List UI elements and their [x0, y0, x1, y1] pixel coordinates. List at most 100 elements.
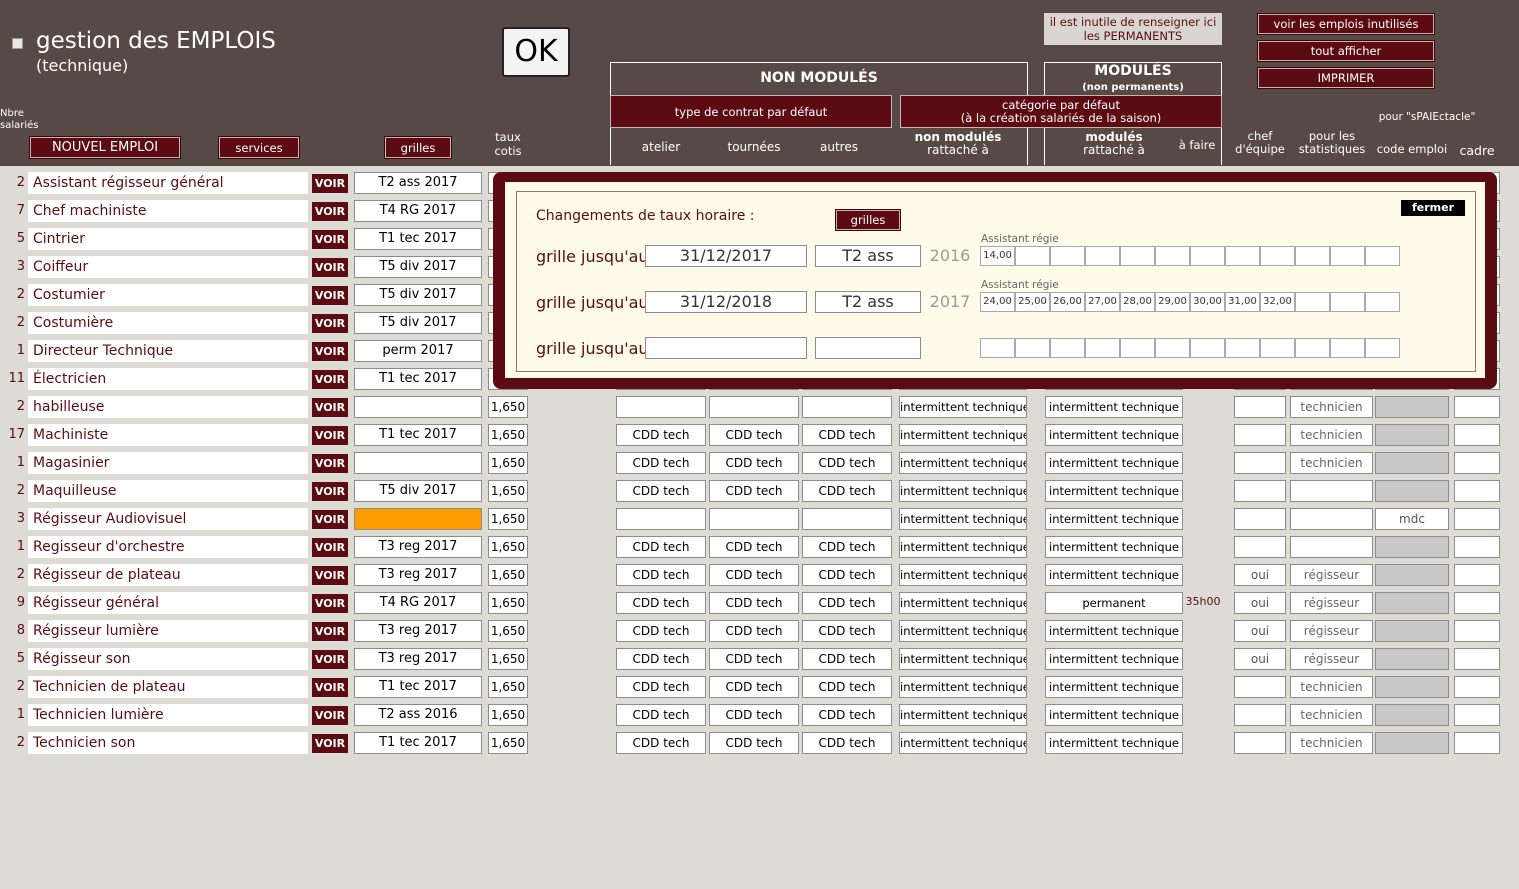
tournees-field[interactable]	[709, 508, 799, 530]
job-name-field[interactable]: Costumier	[28, 284, 308, 306]
grille-field[interactable]: T2 ass 2016	[354, 704, 482, 726]
cadre-field[interactable]	[1454, 396, 1500, 418]
statistiques-field[interactable]: technicien	[1290, 676, 1373, 698]
atelier-field[interactable]: CDD tech	[616, 480, 706, 502]
code-emploi-field[interactable]	[1375, 452, 1449, 474]
voir-button[interactable]: VOIR	[312, 482, 348, 501]
code-emploi-field[interactable]	[1375, 676, 1449, 698]
voir-button[interactable]: VOIR	[312, 706, 348, 725]
statistiques-field[interactable]: technicien	[1290, 732, 1373, 754]
non-modules-rattache-field[interactable]: intermittent technique	[899, 648, 1027, 670]
autres-field[interactable]: CDD tech	[802, 536, 892, 558]
taux-cotis-field[interactable]: 1,650	[488, 620, 528, 642]
tournees-field[interactable]: CDD tech	[709, 592, 799, 614]
atelier-field[interactable]: CDD tech	[616, 620, 706, 642]
rate-cell[interactable]	[1085, 246, 1120, 266]
rate-cell[interactable]	[1260, 246, 1295, 266]
tournees-field[interactable]: CDD tech	[709, 732, 799, 754]
statistiques-field[interactable]	[1290, 536, 1373, 558]
grilles-button[interactable]: grilles	[385, 137, 451, 158]
job-name-field[interactable]: Régisseur général	[28, 592, 308, 614]
tournees-field[interactable]: CDD tech	[709, 648, 799, 670]
autres-field[interactable]: CDD tech	[802, 480, 892, 502]
modules-rattache-field[interactable]: intermittent technique	[1045, 452, 1183, 474]
atelier-field[interactable]: CDD tech	[616, 648, 706, 670]
grille-field[interactable]: T1 tec 2017	[354, 732, 482, 754]
code-emploi-field[interactable]	[1375, 564, 1449, 586]
autres-field[interactable]: CDD tech	[802, 452, 892, 474]
job-name-field[interactable]: Régisseur son	[28, 648, 308, 670]
rate-cell[interactable]	[1365, 292, 1400, 312]
cadre-field[interactable]	[1454, 452, 1500, 474]
autres-field[interactable]: CDD tech	[802, 648, 892, 670]
atelier-field[interactable]: CDD tech	[616, 704, 706, 726]
grille-until-date-field[interactable]: 31/12/2017	[645, 245, 807, 267]
voir-button[interactable]: VOIR	[312, 734, 348, 753]
job-name-field[interactable]: Technicien de plateau	[28, 676, 308, 698]
show-unused-jobs-button[interactable]: voir les emplois inutilisés	[1258, 14, 1434, 34]
taux-cotis-field[interactable]: 1,650	[488, 704, 528, 726]
rate-cell[interactable]	[1295, 338, 1330, 358]
cadre-field[interactable]	[1454, 480, 1500, 502]
services-button[interactable]: services	[219, 137, 299, 158]
statistiques-field[interactable]: technicien	[1290, 452, 1373, 474]
grille-field[interactable]: T3 reg 2017	[354, 648, 482, 670]
code-emploi-field[interactable]	[1375, 480, 1449, 502]
show-all-button[interactable]: tout afficher	[1258, 41, 1434, 61]
autres-field[interactable]: CDD tech	[802, 424, 892, 446]
atelier-field[interactable]: CDD tech	[616, 676, 706, 698]
modules-rattache-field[interactable]: intermittent technique	[1045, 536, 1183, 558]
job-name-field[interactable]: Cintrier	[28, 228, 308, 250]
job-name-field[interactable]: Maquilleuse	[28, 480, 308, 502]
grille-field[interactable]: T3 reg 2017	[354, 536, 482, 558]
rate-cell[interactable]	[1155, 338, 1190, 358]
grille-field[interactable]: T5 div 2017	[354, 256, 482, 278]
rate-cell[interactable]: 26,00	[1050, 292, 1085, 312]
grille-code-field[interactable]: T2 ass	[815, 245, 921, 267]
cadre-field[interactable]	[1454, 704, 1500, 726]
rate-cell[interactable]	[1015, 338, 1050, 358]
statistiques-field[interactable]: régisseur	[1290, 648, 1373, 670]
grille-field[interactable]: T3 reg 2017	[354, 620, 482, 642]
modules-rattache-field[interactable]: intermittent technique	[1045, 480, 1183, 502]
modules-rattache-field[interactable]: intermittent technique	[1045, 620, 1183, 642]
statistiques-field[interactable]	[1290, 480, 1373, 502]
voir-button[interactable]: VOIR	[312, 398, 348, 417]
chef-equipe-field[interactable]	[1234, 508, 1286, 530]
modules-rattache-field[interactable]: intermittent technique	[1045, 508, 1183, 530]
job-name-field[interactable]: Électricien	[28, 368, 308, 390]
grille-until-date-field[interactable]	[645, 337, 807, 359]
rate-cell[interactable]: 27,00	[1085, 292, 1120, 312]
chef-equipe-field[interactable]	[1234, 536, 1286, 558]
job-name-field[interactable]: Costumière	[28, 312, 308, 334]
modules-rattache-field[interactable]: intermittent technique	[1045, 564, 1183, 586]
autres-field[interactable]: CDD tech	[802, 676, 892, 698]
rate-cell[interactable]	[1050, 338, 1085, 358]
taux-cotis-field[interactable]: 1,650	[488, 648, 528, 670]
rate-cell[interactable]	[1015, 246, 1050, 266]
statistiques-field[interactable]: régisseur	[1290, 592, 1373, 614]
rate-cell[interactable]: 30,00	[1190, 292, 1225, 312]
grille-field[interactable]: T4 RG 2017	[354, 200, 482, 222]
non-modules-rattache-field[interactable]: intermittent technique	[899, 676, 1027, 698]
taux-cotis-field[interactable]: 1,650	[488, 536, 528, 558]
grille-field[interactable]: T2 ass 2017	[354, 172, 482, 194]
code-emploi-field[interactable]	[1375, 732, 1449, 754]
non-modules-rattache-field[interactable]: intermittent technique	[899, 480, 1027, 502]
taux-cotis-field[interactable]: 1,650	[488, 396, 528, 418]
non-modules-rattache-field[interactable]: intermittent technique	[899, 452, 1027, 474]
chef-equipe-field[interactable]	[1234, 396, 1286, 418]
cadre-field[interactable]	[1454, 592, 1500, 614]
voir-button[interactable]: VOIR	[312, 566, 348, 585]
cadre-field[interactable]	[1454, 564, 1500, 586]
chef-equipe-field[interactable]	[1234, 452, 1286, 474]
chef-equipe-field[interactable]	[1234, 480, 1286, 502]
job-name-field[interactable]: Régisseur lumière	[28, 620, 308, 642]
code-emploi-field[interactable]	[1375, 396, 1449, 418]
voir-button[interactable]: VOIR	[312, 650, 348, 669]
rate-cell[interactable]	[1225, 338, 1260, 358]
atelier-field[interactable]	[616, 508, 706, 530]
grille-field[interactable]	[354, 508, 482, 530]
taux-cotis-field[interactable]: 1,650	[488, 424, 528, 446]
voir-button[interactable]: VOIR	[312, 426, 348, 445]
